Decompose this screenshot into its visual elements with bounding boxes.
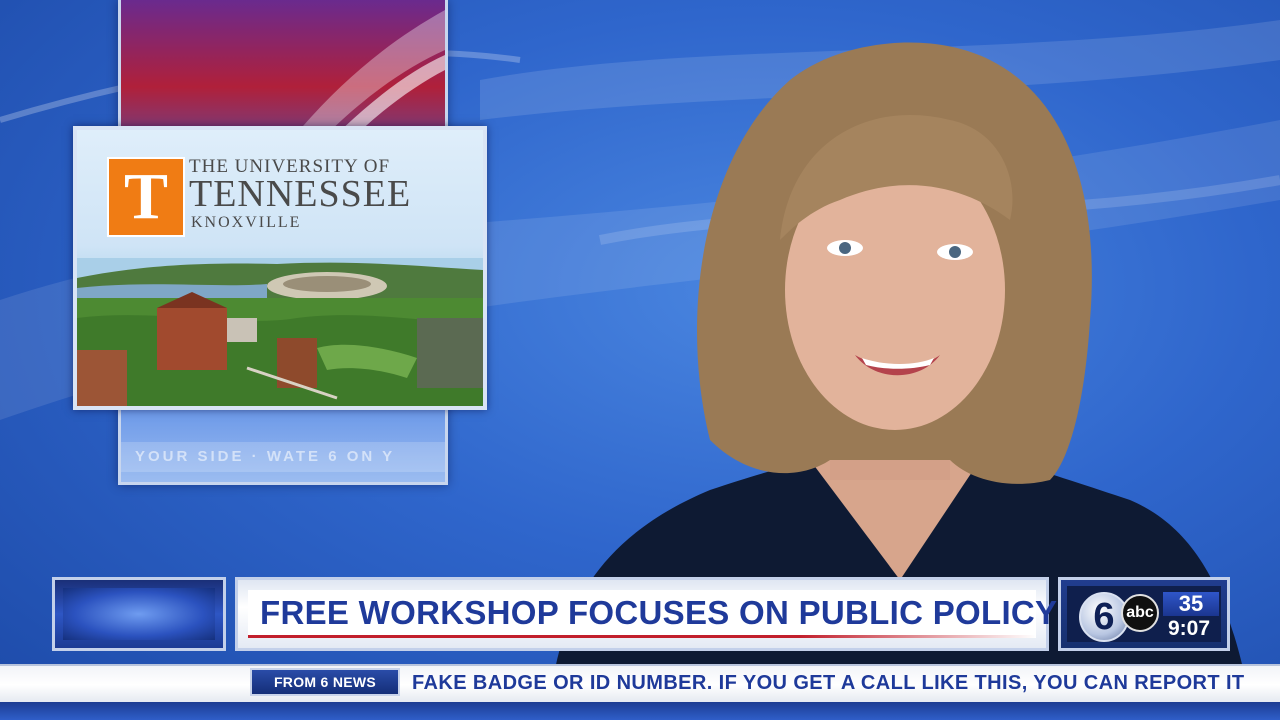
campus-aerial-image bbox=[77, 258, 483, 406]
monitor-ticker-text: YOUR SIDE · WATE 6 ON Y bbox=[135, 448, 396, 465]
subchannel-badge: 35 bbox=[1163, 592, 1219, 616]
ticker-source-tag: FROM 6 NEWS bbox=[250, 668, 400, 696]
ut-wordmark-line3: KNOXVILLE bbox=[191, 214, 302, 231]
over-the-shoulder-graphic: T THE UNIVERSITY OF TENNESSEE KNOXVILLE bbox=[73, 126, 487, 410]
news-broadcast-frame: YOUR SIDE · WATE 6 ON Y T THE UNIVERSITY… bbox=[0, 0, 1280, 720]
abc-network-logo: abc bbox=[1121, 594, 1159, 632]
lower-third-headline-panel: FREE WORKSHOP FOCUSES ON PUBLIC POLICY bbox=[235, 577, 1058, 651]
bottom-accent-strip bbox=[0, 702, 1280, 720]
ticker-crawl-text: FAKE BADGE OR ID NUMBER. IF YOU GET A CA… bbox=[412, 672, 1245, 694]
lower-third-left-graphic bbox=[63, 588, 215, 640]
station-logo: 6 abc 35 9:07 bbox=[1067, 586, 1221, 642]
ut-wordmark-line2: TENNESSEE bbox=[189, 173, 412, 215]
ut-power-t-logo: T bbox=[107, 157, 185, 237]
lower-third-left-panel bbox=[52, 577, 226, 651]
ut-logo-letter: T bbox=[123, 160, 169, 233]
clock-time: 9:07 bbox=[1167, 617, 1211, 640]
monitor-swoosh bbox=[291, 10, 445, 140]
headline-bar: FREE WORKSHOP FOCUSES ON PUBLIC POLICY bbox=[248, 590, 1058, 638]
station-logo-panel: 6 abc 35 9:07 bbox=[1058, 577, 1230, 651]
channel-number: 6 bbox=[1093, 596, 1115, 638]
headline-text: FREE WORKSHOP FOCUSES ON PUBLIC POLICY bbox=[260, 594, 1058, 631]
headline-accent-line bbox=[248, 635, 1036, 638]
network-name: abc bbox=[1126, 604, 1154, 621]
monitor-ticker: YOUR SIDE · WATE 6 ON Y bbox=[121, 442, 445, 472]
